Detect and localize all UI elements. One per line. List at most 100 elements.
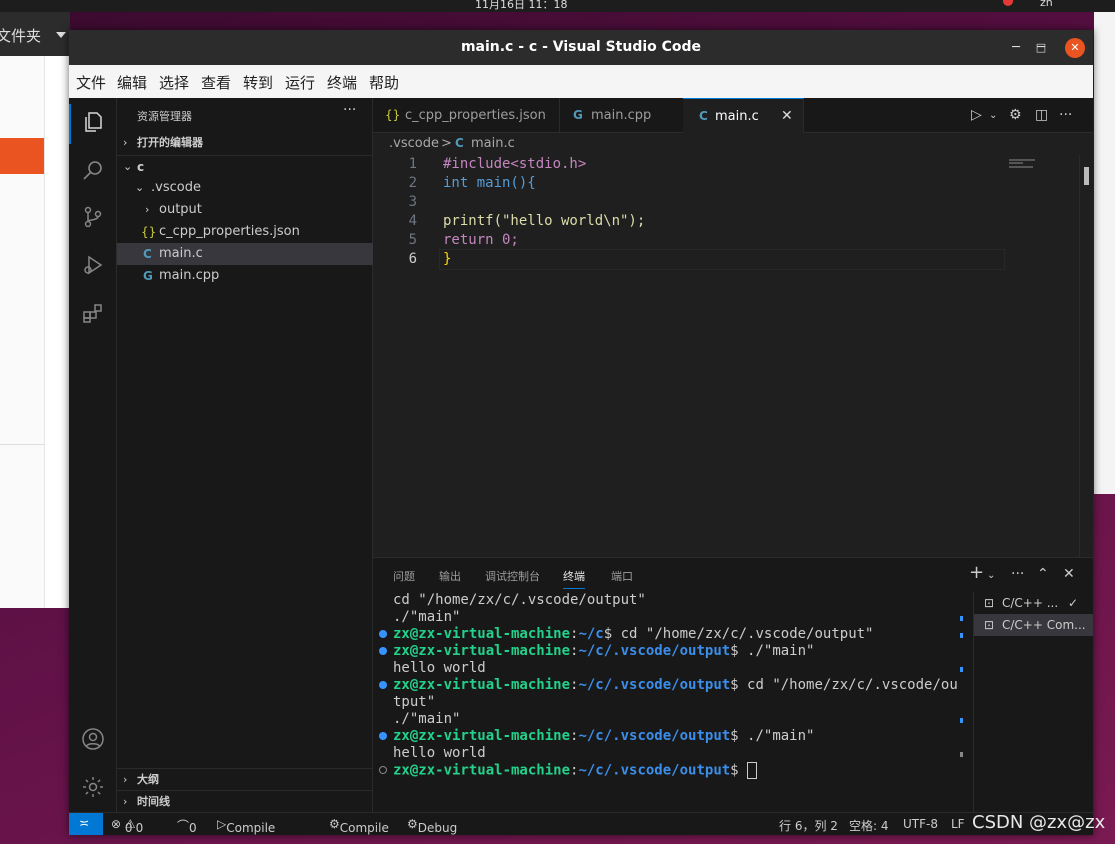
ports-status[interactable]: ⌒ 0 xyxy=(177,817,197,835)
code-line[interactable]: } xyxy=(443,251,451,267)
explorer-icon[interactable] xyxy=(81,110,105,134)
chevron-down-icon[interactable] xyxy=(56,32,66,38)
terminal-scrollbar[interactable] xyxy=(959,592,973,813)
status-bar: ≍ ⊗ 0 ⚠ 0 ⌒ 0 ▷ Compile & Run ⚙ Compile … xyxy=(69,812,1093,835)
breadcrumb-separator: > xyxy=(441,136,452,151)
terminal-list: ⊡ C/C++ ... ✓ ⊡ C/C++ Com... xyxy=(973,592,1093,813)
code-line-2: int main(){ xyxy=(443,175,536,191)
maximize-button[interactable]: □ xyxy=(1031,38,1051,58)
tab-terminal[interactable]: 终端 xyxy=(563,568,585,589)
debug-button[interactable]: ⚙ Debug xyxy=(407,817,457,835)
minimize-button-2[interactable]: ─ xyxy=(1006,38,1026,58)
code-line[interactable]: return 0; xyxy=(443,232,519,248)
menu-terminal[interactable]: 终端 xyxy=(327,72,357,93)
tab-output[interactable]: 输出 xyxy=(439,568,461,584)
split-editor-icon[interactable]: ◫ xyxy=(1035,107,1048,123)
menu-run[interactable]: 运行 xyxy=(285,72,315,93)
settings-gear-icon[interactable]: ⚙ xyxy=(1009,107,1022,123)
tab-main-cpp[interactable]: G main.cpp xyxy=(559,98,684,133)
menu-selection[interactable]: 选择 xyxy=(159,72,189,93)
terminal-prompt-line: zx@zx-virtual-machine:~/c$ cd "/home/zx/… xyxy=(393,626,874,642)
code-line[interactable]: #include<stdio.h> xyxy=(443,156,586,172)
tree-item-output[interactable]: › output xyxy=(117,199,373,221)
code-line[interactable]: int main(){ xyxy=(443,175,536,191)
source-control-icon[interactable] xyxy=(81,205,105,229)
command-success-dot-icon[interactable] xyxy=(379,732,387,740)
terminal-instance-2[interactable]: ⊡ C/C++ Com... xyxy=(974,614,1093,636)
menu-file[interactable]: 文件 xyxy=(76,72,106,93)
tree-item-vscode[interactable]: ⌄ .vscode xyxy=(117,177,373,199)
background-file-manager-window: 文件夹 xyxy=(0,12,71,608)
explorer-title: 资源管理器 xyxy=(137,110,192,123)
menu-edit[interactable]: 编辑 xyxy=(117,72,147,93)
maximize-panel-chevron-up-icon[interactable]: ⌃ xyxy=(1037,566,1049,582)
tab-debug-console[interactable]: 调试控制台 xyxy=(485,568,540,584)
chevron-down-icon: ⌄ xyxy=(135,181,145,194)
menu-help[interactable]: 帮助 xyxy=(369,72,399,93)
tab-problems[interactable]: 问题 xyxy=(393,568,415,584)
compile-button[interactable]: ⚙ Compile xyxy=(329,817,389,835)
command-success-dot-icon[interactable] xyxy=(379,647,387,655)
encoding[interactable]: UTF-8 xyxy=(903,817,938,831)
line-number: 4 xyxy=(408,213,417,229)
json-file-icon: {} xyxy=(385,108,401,122)
menu-view[interactable]: 查看 xyxy=(201,72,231,93)
code-line-6: } xyxy=(443,251,452,267)
remote-indicator-button[interactable]: ≍ xyxy=(69,813,103,835)
command-success-dot-icon[interactable] xyxy=(379,681,387,689)
search-icon[interactable] xyxy=(81,158,105,182)
vertical-scrollbar[interactable] xyxy=(1079,155,1093,557)
terminal-instance-label: C/C++ ... xyxy=(1002,596,1059,610)
breadcrumb-folder[interactable]: .vscode xyxy=(389,136,439,151)
tree-item-main-cpp[interactable]: G main.cpp xyxy=(117,265,373,287)
close-tab-icon[interactable]: ✕ xyxy=(781,99,793,134)
cpp-file-icon: G xyxy=(573,108,583,122)
account-icon[interactable] xyxy=(81,727,105,751)
outline-section[interactable]: › 大纲 xyxy=(117,768,373,791)
folder-root-c[interactable]: ⌄ c xyxy=(117,155,373,178)
more-actions-icon[interactable]: ··· xyxy=(1011,566,1024,582)
code-line-4: printf("hello world\n"); xyxy=(443,213,646,229)
problems-status[interactable]: ⊗ 0 ⚠ 0 xyxy=(111,817,143,835)
settings-gear-icon[interactable] xyxy=(81,775,105,799)
command-success-dot-icon[interactable] xyxy=(379,630,387,638)
end-of-line[interactable]: LF xyxy=(951,817,965,831)
tree-item-label: c_cpp_properties.json xyxy=(159,224,300,239)
close-panel-icon[interactable]: ✕ xyxy=(1063,566,1075,582)
tab-c-cpp-properties[interactable]: {} c_cpp_properties.json xyxy=(373,98,560,133)
menu-go[interactable]: 转到 xyxy=(243,72,273,93)
terminal-line: ./"main" xyxy=(393,609,461,625)
active-indicator xyxy=(69,104,71,144)
tree-item-c-cpp-properties[interactable]: {} c_cpp_properties.json xyxy=(117,221,373,243)
line-number: 2 xyxy=(408,175,417,191)
input-method-indicator[interactable]: zh xyxy=(1040,0,1053,9)
file-manager-label[interactable]: 文件夹 xyxy=(0,25,41,46)
clock[interactable]: 11月16日 11：18 xyxy=(475,0,568,12)
close-window-button[interactable]: ✕ xyxy=(1065,38,1085,58)
tab-ports[interactable]: 端口 xyxy=(611,568,633,584)
terminal-instance-1[interactable]: ⊡ C/C++ ... ✓ xyxy=(974,592,1093,614)
compile-run-button[interactable]: ▷ Compile & Run xyxy=(217,817,275,835)
tree-item-main-c[interactable]: C main.c xyxy=(117,243,373,265)
breadcrumb-file[interactable]: main.c xyxy=(471,136,515,151)
terminal-output[interactable]: cd "/home/zx/c/.vscode/output" ./"main" … xyxy=(373,592,963,813)
more-actions-icon[interactable]: ··· xyxy=(1059,107,1072,123)
extensions-icon[interactable] xyxy=(81,301,105,325)
run-dropdown-chevron-icon[interactable]: ⌄ xyxy=(989,110,997,121)
minimap[interactable] xyxy=(1009,155,1079,557)
run-debug-icon[interactable] xyxy=(81,253,105,277)
terminal-dropdown-chevron-icon[interactable]: ⌄ xyxy=(987,570,995,581)
open-editors-section[interactable]: › 打开的编辑器 xyxy=(117,132,373,154)
command-pending-dot-icon[interactable] xyxy=(379,766,387,774)
timeline-section[interactable]: › 时间线 xyxy=(117,790,373,813)
new-terminal-plus-icon[interactable]: + xyxy=(969,562,984,583)
bottom-panel: 问题 输出 调试控制台 终端 端口 + ⌄ ··· ⌃ ✕ cd "/home/… xyxy=(373,557,1093,813)
code-editor[interactable]: 1 2 3 4 5 6 #include<stdio.h> int main()… xyxy=(373,155,1093,557)
tab-main-c[interactable]: C main.c ✕ xyxy=(683,98,804,134)
selected-sidebar-item[interactable] xyxy=(0,138,44,174)
run-file-icon[interactable]: ▷ xyxy=(971,107,982,123)
more-actions-button[interactable]: ··· xyxy=(343,102,356,118)
code-line[interactable]: printf("hello world\n"); xyxy=(443,213,645,229)
indentation[interactable]: 空格: 4 xyxy=(849,817,889,834)
cursor-position[interactable]: 行 6，列 2 xyxy=(779,817,838,834)
